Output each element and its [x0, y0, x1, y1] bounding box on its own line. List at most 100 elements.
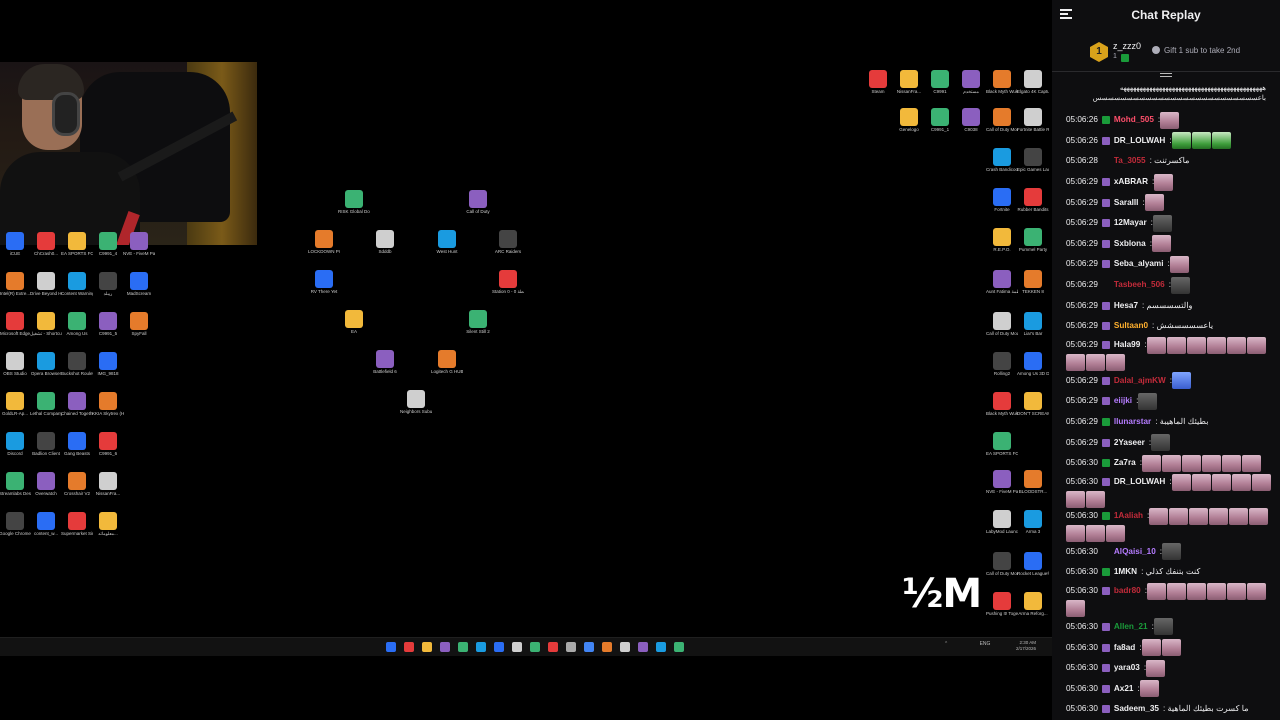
emote-icon[interactable] [1161, 639, 1181, 657]
taskbar-app-icon[interactable] [566, 642, 576, 652]
desktop-icon[interactable]: Chained Together [61, 392, 93, 416]
desktop-icon[interactable]: Opera Browser [30, 352, 62, 376]
emote-icon[interactable] [1251, 473, 1271, 491]
desktop-icon[interactable]: RV There Yet [308, 270, 340, 294]
emote-icon[interactable] [1171, 473, 1191, 491]
emote-icon[interactable] [1151, 434, 1171, 452]
desktop-icon[interactable]: Genelogo [893, 108, 925, 132]
desktop-icon[interactable]: Overwatch [30, 472, 62, 496]
keyboard-language[interactable]: ENG [980, 641, 991, 647]
chat-message[interactable]: 05:06:30 yara03: [1066, 658, 1276, 679]
desktop-icon[interactable]: معلوماته... [92, 512, 124, 536]
taskbar-app-icon[interactable] [530, 642, 540, 652]
chat-message[interactable]: 05:06:28 Ta_3055: ماكسرتنت [1066, 151, 1276, 172]
desktop-icon[interactable]: Streamlabs Desktop [0, 472, 31, 496]
message-username[interactable]: xABRAR [1114, 177, 1148, 187]
emote-icon[interactable] [1227, 582, 1247, 600]
desktop-icon[interactable]: Lethal Company [30, 392, 62, 416]
desktop-icon[interactable]: Content Warning [61, 272, 93, 296]
desktop-icon[interactable]: Intel(R) Extre... [0, 272, 31, 296]
chat-message[interactable]: 05:06:30 Ax21: [1066, 678, 1276, 699]
desktop-icon[interactable]: Badlion Client [30, 432, 62, 456]
emote-icon[interactable] [1202, 454, 1222, 472]
gifter-username[interactable]: z_zzz0 [1113, 41, 1141, 51]
taskbar-app-icon[interactable] [404, 642, 414, 652]
emote-icon[interactable] [1170, 276, 1190, 294]
chevron-up-icon[interactable]: ⌃ [944, 641, 948, 647]
desktop-icon[interactable]: KKIA Skytrex (Hosts) ad... [92, 392, 124, 416]
desktop-icon[interactable]: Neighbors Suburba... [400, 390, 432, 414]
chat-message[interactable]: 05:06:29 xABRAR: [1066, 172, 1276, 193]
desktop-icon[interactable]: EA SPORTS FC 25 [986, 432, 1018, 456]
taskbar-app-icon[interactable] [620, 642, 630, 652]
emote-icon[interactable] [1247, 582, 1267, 600]
desktop-icon[interactable]: تشغيل - Shortcut [30, 312, 62, 336]
desktop-icon[interactable]: Fortnite [986, 188, 1018, 212]
desktop-icon[interactable]: GoldLR-Ap... [0, 392, 31, 416]
desktop-icon[interactable]: RISK Global Domination [338, 190, 370, 214]
scroll-handle-icon[interactable] [1160, 73, 1172, 81]
desktop-icon[interactable]: Buckshot Roulette [61, 352, 93, 376]
taskbar-app-icon[interactable] [638, 642, 648, 652]
desktop-icon[interactable]: LabyMod Launcher [986, 510, 1018, 534]
chat-message[interactable]: 05:06:30 Za7ra: [1066, 453, 1276, 474]
message-username[interactable]: DR_LOLWAH [1114, 477, 1165, 487]
emote-icon[interactable] [1162, 454, 1182, 472]
emote-icon[interactable] [1066, 524, 1085, 542]
chat-message[interactable]: 05:06:29 12Mayar: [1066, 213, 1276, 234]
taskbar-app-icon[interactable] [602, 642, 612, 652]
desktop-icon[interactable]: NVE - FiveM Package [986, 470, 1018, 494]
desktop-icon[interactable]: ChCrash0... [30, 232, 62, 256]
message-username[interactable]: 12Mayar [1114, 218, 1147, 228]
message-username[interactable]: Dalal_ajmKW [1114, 376, 1166, 386]
desktop-icon[interactable]: NissanFra... [893, 70, 925, 94]
message-username[interactable]: Mohd_505 [1114, 115, 1154, 125]
desktop-icon[interactable]: Aunt Fatima خالة فاطمة [986, 270, 1018, 294]
desktop-icon[interactable]: TEKKEN 8 [1017, 270, 1049, 294]
desktop-icon[interactable]: Rocket League® [1017, 552, 1049, 576]
emote-icon[interactable] [1171, 132, 1191, 150]
desktop-icon[interactable]: DON'T SCREAM [1017, 392, 1049, 416]
emote-icon[interactable] [1191, 132, 1211, 150]
desktop-icon[interactable]: R.E.P.O. [986, 228, 1018, 252]
chat-message[interactable]: 05:06:29 Seba_alyami: [1066, 254, 1276, 275]
message-username[interactable]: Saralll [1114, 198, 1139, 208]
emote-icon[interactable] [1066, 353, 1085, 371]
message-username[interactable]: Hala99 [1114, 340, 1140, 350]
message-username[interactable]: Sxblona [1114, 239, 1146, 249]
message-username[interactable]: Seba_alyami [1114, 259, 1164, 269]
taskbar-app-icon[interactable] [386, 642, 396, 652]
desktop-icon[interactable]: NVE - FiveM Package (1) [123, 232, 155, 256]
emote-icon[interactable] [1186, 336, 1206, 354]
top-gifter-banner[interactable]: 1 z_zzz0 1 Gift 1 sub to take 2nd [1052, 32, 1280, 72]
emote-icon[interactable] [1166, 336, 1186, 354]
chat-message[interactable]: 05:06:30 Sadeem_35: ما كسرت بطيئك الماهية [1066, 699, 1276, 720]
message-username[interactable]: 1MKN [1114, 567, 1137, 577]
emote-icon[interactable] [1169, 507, 1189, 525]
chat-message[interactable]: 05:06:29 Sxblona: [1066, 234, 1276, 255]
desktop-icon[interactable]: LOCKDOWN Protocol [308, 230, 340, 254]
emote-icon[interactable] [1147, 582, 1167, 600]
desktop-icon[interactable]: ARC Raiders [492, 230, 524, 254]
taskbar-app-icon[interactable] [440, 642, 450, 652]
message-username[interactable]: fa8ad [1114, 643, 1135, 653]
desktop-icon[interactable]: C9991_4 [92, 232, 124, 256]
desktop-icon[interactable]: Sdddb [369, 230, 401, 254]
emote-icon[interactable] [1066, 490, 1085, 508]
chat-message[interactable]: 05:06:29 Tasbeeh_506: [1066, 275, 1276, 296]
desktop-icon[interactable]: C9991 [924, 70, 956, 94]
desktop-icon[interactable]: EA [338, 310, 370, 334]
emote-icon[interactable] [1222, 454, 1242, 472]
emote-icon[interactable] [1231, 473, 1251, 491]
taskbar-app-icon[interactable] [512, 642, 522, 652]
emote-icon[interactable] [1142, 454, 1162, 472]
emote-icon[interactable] [1144, 194, 1164, 212]
message-username[interactable]: Hesa7 [1114, 301, 1138, 311]
desktop-icon[interactable]: Station 0 - المحطة 0 [492, 270, 524, 294]
desktop-icon[interactable]: C9038 [955, 108, 987, 132]
message-username[interactable]: llunarstar [1114, 417, 1151, 427]
emote-icon[interactable] [1086, 524, 1105, 542]
desktop-icon[interactable]: Fortnite Battle Royale [1017, 108, 1049, 132]
emote-icon[interactable] [1249, 507, 1269, 525]
chat-message[interactable]: 05:06:30 fa8ad: [1066, 637, 1276, 658]
